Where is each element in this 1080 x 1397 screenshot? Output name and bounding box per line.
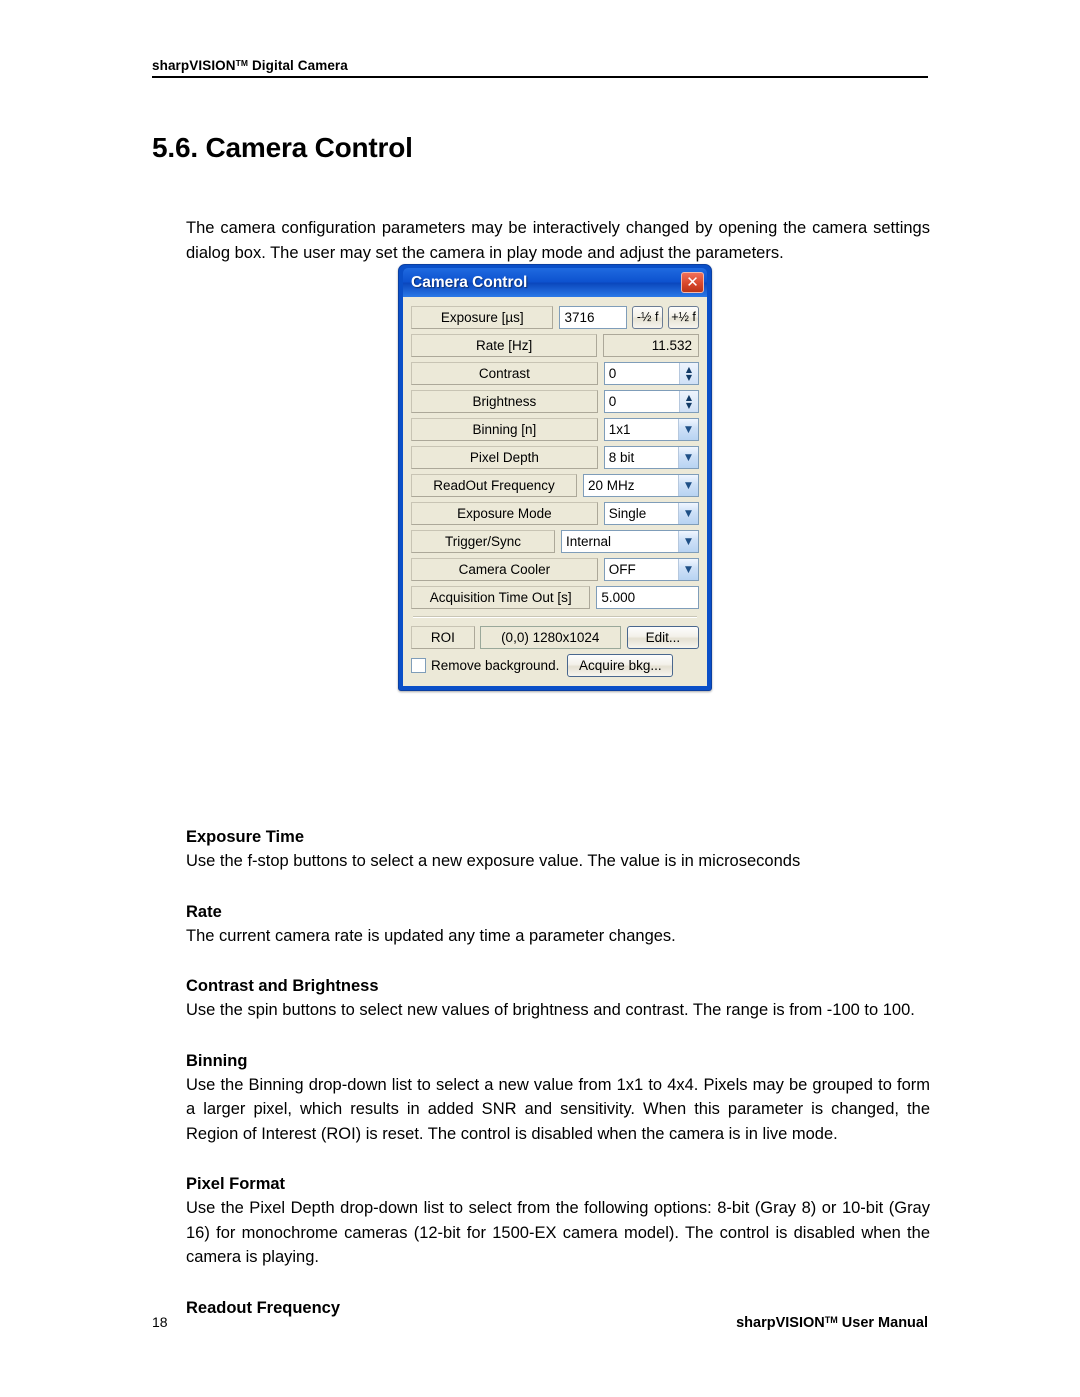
row-acquisition-timeout: Acquisition Time Out [s] 5.000 [411,586,699,609]
page-title: 5.6. Camera Control [152,132,413,163]
exposure-input[interactable]: 3716 [559,306,628,329]
exposure-label: Exposure [µs] [411,306,554,329]
section-body-exposure-time: Use the f-stop buttons to select a new e… [186,852,801,870]
page-number: 18 [152,1314,168,1330]
camera-cooler-label: Camera Cooler [411,558,598,581]
rate-value: 11.532 [603,334,699,357]
footer-brand: sharpVISION [736,1315,825,1331]
dialog-client-area: Exposure [µs] 3716 -½ f +½ f Rate [Hz] 1… [403,297,707,686]
section-body-binning: Use the Binning drop-down list to select… [186,1075,930,1143]
document-page: sharpVISIONTM Digital Camera 5.6. Camera… [0,0,1080,1397]
rate-label: Rate [Hz] [411,334,598,357]
footer-trademark: TM [824,1315,838,1325]
contrast-spin-buttons[interactable]: ▲ ▼ [679,363,698,384]
spin-down-icon[interactable]: ▼ [686,373,692,382]
row-exposure: Exposure [µs] 3716 -½ f +½ f [411,306,699,329]
roi-value: (0,0) 1280x1024 [479,626,621,649]
exposure-mode-dropdown[interactable]: Single ▼ [603,502,699,525]
row-exposure-mode: Exposure Mode Single ▼ [411,502,699,525]
dialog-titlebar[interactable]: Camera Control ✕ [403,268,707,297]
page-footer: 18 sharpVISIONTM User Manual [152,1314,928,1331]
page-header: sharpVISIONTM Digital Camera [152,58,928,78]
acquisition-timeout-input[interactable]: 5.000 [596,586,699,609]
plus-half-stop-button[interactable]: +½ f [668,306,699,329]
brightness-spin-buttons[interactable]: ▲ ▼ [679,391,698,412]
section-heading-exposure-time: Exposure Time [186,828,304,846]
row-roi: ROI (0,0) 1280x1024 Edit... [411,626,699,649]
trigger-sync-dropdown[interactable]: Internal ▼ [561,530,699,553]
brightness-stepper[interactable]: 0 ▲ ▼ [603,390,699,413]
roi-label: ROI [411,626,475,649]
header-brand: sharpVISION [152,58,236,73]
row-brightness: Brightness 0 ▲ ▼ [411,390,699,413]
row-readout-frequency: ReadOut Frequency 20 MHz ▼ [411,474,699,497]
row-remove-background: Remove background. Acquire bkg... [411,654,699,677]
spin-down-icon[interactable]: ▼ [686,401,692,410]
binning-label: Binning [n] [411,418,598,441]
camera-cooler-value: OFF [608,562,636,577]
section-heading-contrast-brightness: Contrast and Brightness [186,977,379,995]
remove-background-label: Remove background. [431,658,560,673]
chevron-down-icon[interactable]: ▼ [678,475,698,496]
section-heading-rate: Rate [186,902,222,921]
header-title: sharpVISIONTM Digital Camera [152,58,928,73]
readout-frequency-dropdown[interactable]: 20 MHz ▼ [583,474,699,497]
contrast-value[interactable]: 0 [605,363,679,384]
pixel-depth-label: Pixel Depth [411,446,598,469]
chevron-down-icon[interactable]: ▼ [678,419,698,440]
row-camera-cooler: Camera Cooler OFF ▼ [411,558,699,581]
dialog-title: Camera Control [411,273,528,291]
chevron-down-icon[interactable]: ▼ [678,531,698,552]
header-divider [152,76,928,78]
close-glyph: ✕ [686,272,699,291]
close-icon[interactable]: ✕ [681,272,704,293]
footer-manual-title: sharpVISIONTM User Manual [736,1315,928,1331]
pixel-depth-value: 8 bit [608,450,635,465]
acquire-background-button[interactable]: Acquire bkg... [567,654,674,677]
row-trigger-sync: Trigger/Sync Internal ▼ [411,530,699,553]
chevron-down-icon[interactable]: ▼ [678,503,698,524]
section-heading-binning: Binning [186,1051,248,1070]
camera-control-dialog: Camera Control ✕ Exposure [µs] 3716 -½ f… [398,264,712,691]
intro-paragraph: The camera configuration parameters may … [186,219,930,262]
row-binning: Binning [n] 1x1 ▼ [411,418,699,441]
minus-half-stop-button[interactable]: -½ f [632,306,664,329]
section-heading-pixel-format: Pixel Format [186,1175,286,1193]
trigger-sync-value: Internal [566,534,612,549]
pixel-depth-dropdown[interactable]: 8 bit ▼ [603,446,699,469]
acquisition-timeout-label: Acquisition Time Out [s] [411,586,591,609]
header-product: Digital Camera [248,58,348,73]
exposure-mode-label: Exposure Mode [411,502,598,525]
row-rate: Rate [Hz] 11.532 [411,334,699,357]
remove-background-checkbox[interactable] [411,658,426,673]
contrast-stepper[interactable]: 0 ▲ ▼ [603,362,699,385]
chevron-down-icon[interactable]: ▼ [678,559,698,580]
camera-control-dialog-figure: Camera Control ✕ Exposure [µs] 3716 -½ f… [398,264,712,691]
footer-suffix: User Manual [837,1315,928,1331]
camera-cooler-dropdown[interactable]: OFF ▼ [603,558,699,581]
row-pixel-depth: Pixel Depth 8 bit ▼ [411,446,699,469]
exposure-mode-value: Single [608,506,647,521]
contrast-label: Contrast [411,362,598,385]
binning-value: 1x1 [608,422,631,437]
header-trademark: TM [235,58,249,68]
chevron-down-icon[interactable]: ▼ [678,447,698,468]
section-body-contrast-brightness: Use the spin buttons to select new value… [186,1001,915,1019]
trigger-sync-label: Trigger/Sync [411,530,555,553]
section-body-rate: The current camera rate is updated any t… [186,926,676,945]
readout-frequency-value: 20 MHz [588,478,635,493]
section-divider [413,616,697,618]
section-body-pixel-format: Use the Pixel Depth drop-down list to se… [186,1199,930,1266]
brightness-label: Brightness [411,390,598,413]
readout-frequency-label: ReadOut Frequency [411,474,577,497]
row-contrast: Contrast 0 ▲ ▼ [411,362,699,385]
roi-edit-button[interactable]: Edit... [626,626,699,649]
binning-dropdown[interactable]: 1x1 ▼ [603,418,699,441]
brightness-value[interactable]: 0 [605,391,679,412]
